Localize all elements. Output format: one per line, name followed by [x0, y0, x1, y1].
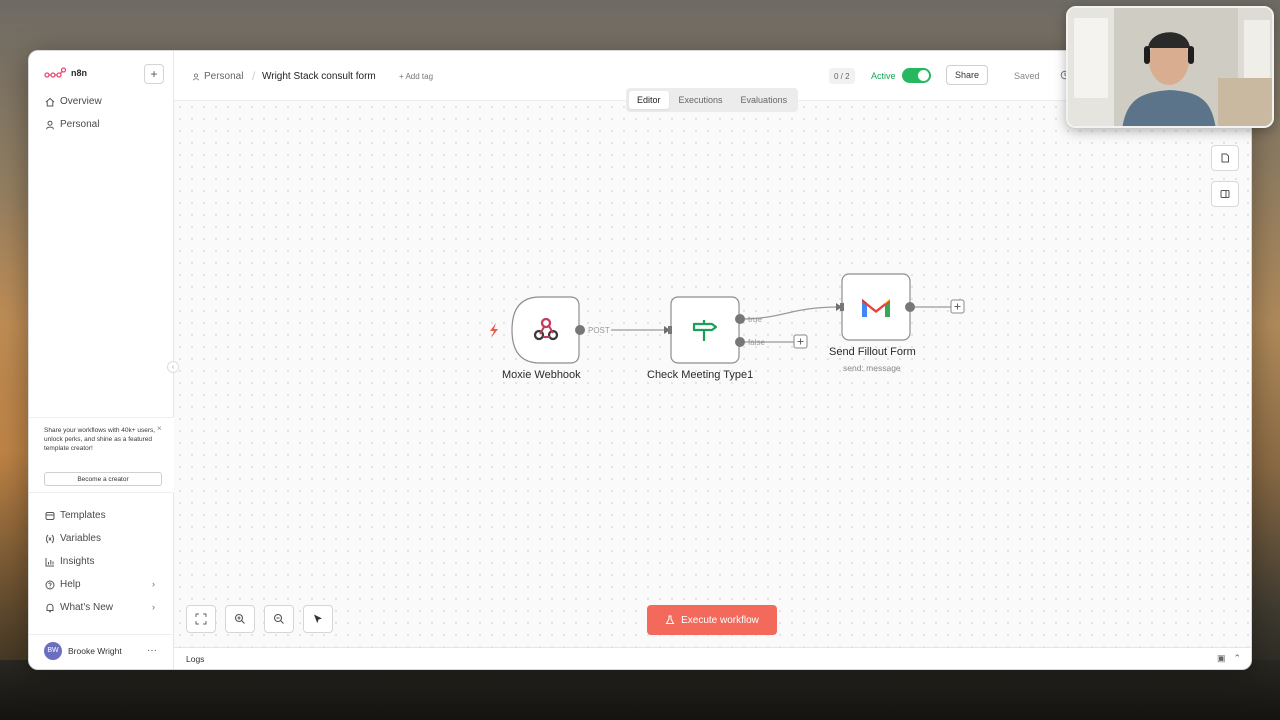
tab-editor[interactable]: Editor: [629, 91, 669, 109]
share-button[interactable]: Share: [946, 65, 988, 85]
output-handle-false[interactable]: [735, 337, 745, 347]
sidebar-item-overview[interactable]: Overview: [45, 96, 102, 107]
logo-text: n8n: [71, 68, 88, 78]
webcam-overlay: [1066, 6, 1274, 128]
panel-icon: [1220, 190, 1230, 198]
sidebar-item-label: Insights: [60, 556, 95, 567]
help-icon: [45, 580, 55, 589]
node-label: Check Meeting Type1: [647, 369, 754, 381]
collapse-sidebar-icon[interactable]: ‹: [167, 361, 179, 373]
popout-icon[interactable]: ▣: [1217, 653, 1226, 664]
create-button[interactable]: +: [144, 64, 164, 84]
user-icon: [46, 120, 54, 129]
zoom-in-button[interactable]: [225, 605, 255, 633]
active-toggle[interactable]: [902, 68, 931, 83]
saved-status: Saved: [1014, 71, 1040, 81]
chevron-right-icon: ›: [152, 602, 155, 612]
fit-view-icon: [195, 613, 207, 625]
n8n-logo-icon: [44, 67, 66, 78]
logo[interactable]: n8n: [44, 67, 87, 79]
sidebar-item-label: Templates: [60, 510, 106, 521]
sidebar-item-label: Personal: [60, 119, 100, 130]
sidebar-item-personal[interactable]: Personal: [45, 119, 99, 130]
sidebar-item-label: Help: [60, 579, 81, 590]
zoom-out-button[interactable]: [264, 605, 294, 633]
view-tabs: Editor Executions Evaluations: [626, 88, 799, 112]
sidebar-item-templates[interactable]: Templates: [45, 510, 106, 521]
node-label: Send Fillout Form: [829, 346, 916, 358]
node-send-fillout-form[interactable]: [840, 273, 911, 341]
user-icon: [192, 73, 200, 81]
output-handle[interactable]: [575, 325, 585, 335]
breadcrumb-label: Personal: [204, 71, 244, 82]
output-handle[interactable]: [905, 302, 915, 312]
flask-icon: [665, 615, 675, 624]
connection-label-false: false: [748, 338, 765, 347]
active-label: Active: [871, 71, 896, 81]
logs-controls: ▣ ⌃: [1217, 653, 1241, 664]
connection-label-true: true: [748, 315, 762, 324]
execute-workflow-label: Execute workflow: [681, 614, 759, 626]
more-icon[interactable]: ···: [147, 645, 157, 656]
promo-text: Share your workflows with 40k+ users, un…: [44, 427, 156, 452]
cursor-icon: [314, 614, 322, 624]
creator-promo: Share your workflows with 40k+ users, un…: [29, 417, 174, 493]
breadcrumb-separator: /: [252, 69, 256, 83]
user-menu[interactable]: BW Brooke Wright ···: [29, 634, 174, 666]
workflow-canvas[interactable]: POST true false Moxie Webhook Check Meet…: [174, 101, 1251, 647]
workflow-counter: 0 / 2: [829, 68, 855, 84]
avatar: BW: [44, 641, 62, 660]
chevron-up-icon[interactable]: ⌃: [1233, 653, 1241, 664]
sidebar-item-variables[interactable]: Variables: [45, 533, 101, 544]
output-handle-true[interactable]: [735, 314, 745, 324]
connection-label-post: POST: [588, 326, 610, 335]
sidebar: n8n + Overview Personal Share your workf…: [29, 51, 174, 669]
bell-icon: [46, 603, 54, 612]
node-moxie-webhook[interactable]: [511, 296, 580, 364]
logs-label: Logs: [186, 654, 205, 664]
templates-icon: [45, 511, 55, 520]
presenter-video: [1068, 8, 1272, 126]
node-check-meeting-type[interactable]: [668, 296, 740, 364]
home-icon: [45, 97, 55, 106]
sidebar-item-label: What's New: [60, 602, 114, 613]
logs-panel[interactable]: Logs ▣ ⌃: [174, 647, 1251, 669]
sidebar-item-insights[interactable]: Insights: [45, 556, 94, 567]
user-name: Brooke Wright: [68, 645, 122, 656]
trigger-bolt-icon: [490, 323, 498, 338]
tab-evaluations[interactable]: Evaluations: [733, 91, 796, 109]
node-label: Moxie Webhook: [502, 369, 581, 381]
sidebar-item-label: Overview: [60, 96, 102, 107]
select-tool-button[interactable]: [303, 605, 333, 633]
note-icon: [1221, 153, 1229, 163]
breadcrumb[interactable]: Personal: [192, 71, 243, 82]
sticky-note-button[interactable]: [1211, 145, 1239, 171]
tab-executions[interactable]: Executions: [671, 91, 731, 109]
close-icon[interactable]: ×: [157, 424, 162, 433]
add-tag-button[interactable]: + Add tag: [399, 72, 433, 81]
chevron-right-icon: ›: [152, 579, 155, 589]
app-window: n8n + Overview Personal Share your workf…: [28, 50, 1252, 670]
zoom-out-icon: [273, 613, 284, 624]
sidebar-item-label: Variables: [60, 533, 101, 544]
fit-view-button[interactable]: [186, 605, 216, 633]
become-creator-button[interactable]: Become a creator: [44, 472, 162, 486]
toggle-panel-button[interactable]: [1211, 181, 1239, 207]
variables-icon: [46, 534, 54, 543]
execute-workflow-button[interactable]: Execute workflow: [647, 605, 777, 635]
zoom-in-icon: [234, 613, 245, 624]
workflow-title[interactable]: Wright Stack consult form: [262, 71, 376, 82]
sidebar-item-whats-new[interactable]: What's New: [45, 602, 113, 613]
node-subtitle: send: message: [843, 363, 901, 373]
insights-icon: [45, 557, 54, 566]
sidebar-item-help[interactable]: Help: [45, 579, 81, 590]
zoom-toolbar: [186, 605, 333, 633]
